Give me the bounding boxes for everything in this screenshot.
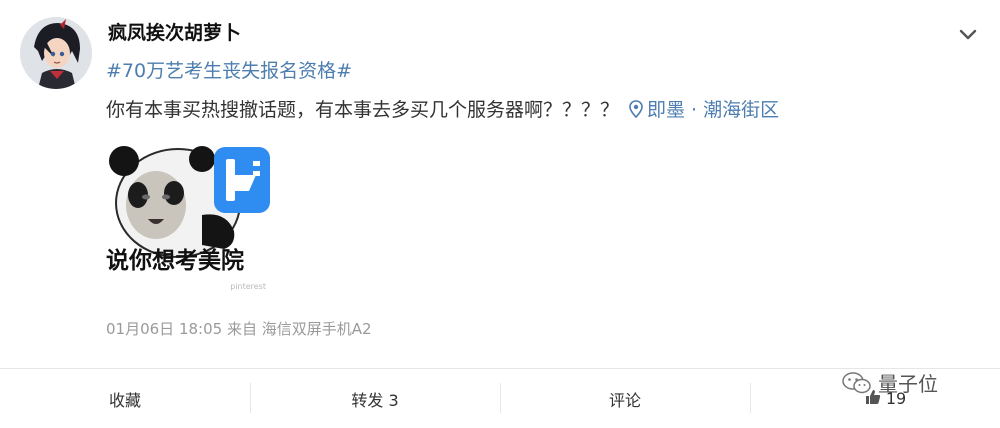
meme-image[interactable]: 说你想考美院 pinterest: [106, 145, 272, 295]
post-body: 你有本事买热搜撤话题，有本事去多买几个服务器啊？？？？ 即墨 · 潮海街区: [106, 95, 779, 122]
avatar[interactable]: [20, 17, 92, 89]
source-device[interactable]: 海信双屏手机A2: [262, 320, 372, 338]
avatar-image: [20, 17, 92, 89]
favorite-button[interactable]: 收藏: [0, 369, 250, 428]
username[interactable]: 疯凤挨次胡萝卜: [108, 18, 241, 45]
repost-label: 转发 3: [351, 390, 399, 410]
comment-button[interactable]: 评论: [500, 369, 750, 428]
meme-caption: 说你想考美院: [106, 248, 244, 274]
comment-label: 评论: [608, 390, 641, 410]
chevron-down-icon[interactable]: [955, 22, 981, 48]
post-meta: 01月06日 18:05 来自 海信双屏手机A2: [106, 318, 372, 339]
post-text: 你有本事买热搜撤话题，有本事去多买几个服务器啊？？？？: [106, 99, 620, 121]
source-watermark: 量子位: [842, 368, 938, 397]
meme-watermark: pinterest: [230, 282, 266, 291]
location-link[interactable]: 即墨 · 潮海街区: [629, 95, 779, 122]
location-label: 即墨 · 潮海街区: [647, 99, 780, 121]
wechat-icon: [842, 371, 872, 395]
repost-button[interactable]: 转发 3: [250, 369, 500, 428]
favorite-label: 收藏: [108, 390, 141, 410]
hashtag-link[interactable]: #70万艺考生丧失报名资格#: [106, 56, 352, 83]
source-prefix: 来自: [226, 320, 257, 338]
weibo-post: 疯凤挨次胡萝卜 #70万艺考生丧失报名资格# 你有本事买热搜撤话题，有本事去多买…: [0, 0, 1000, 428]
location-pin-icon: [629, 99, 643, 118]
timestamp: 01月06日 18:05: [106, 320, 223, 338]
watermark-label: 量子位: [878, 372, 938, 396]
